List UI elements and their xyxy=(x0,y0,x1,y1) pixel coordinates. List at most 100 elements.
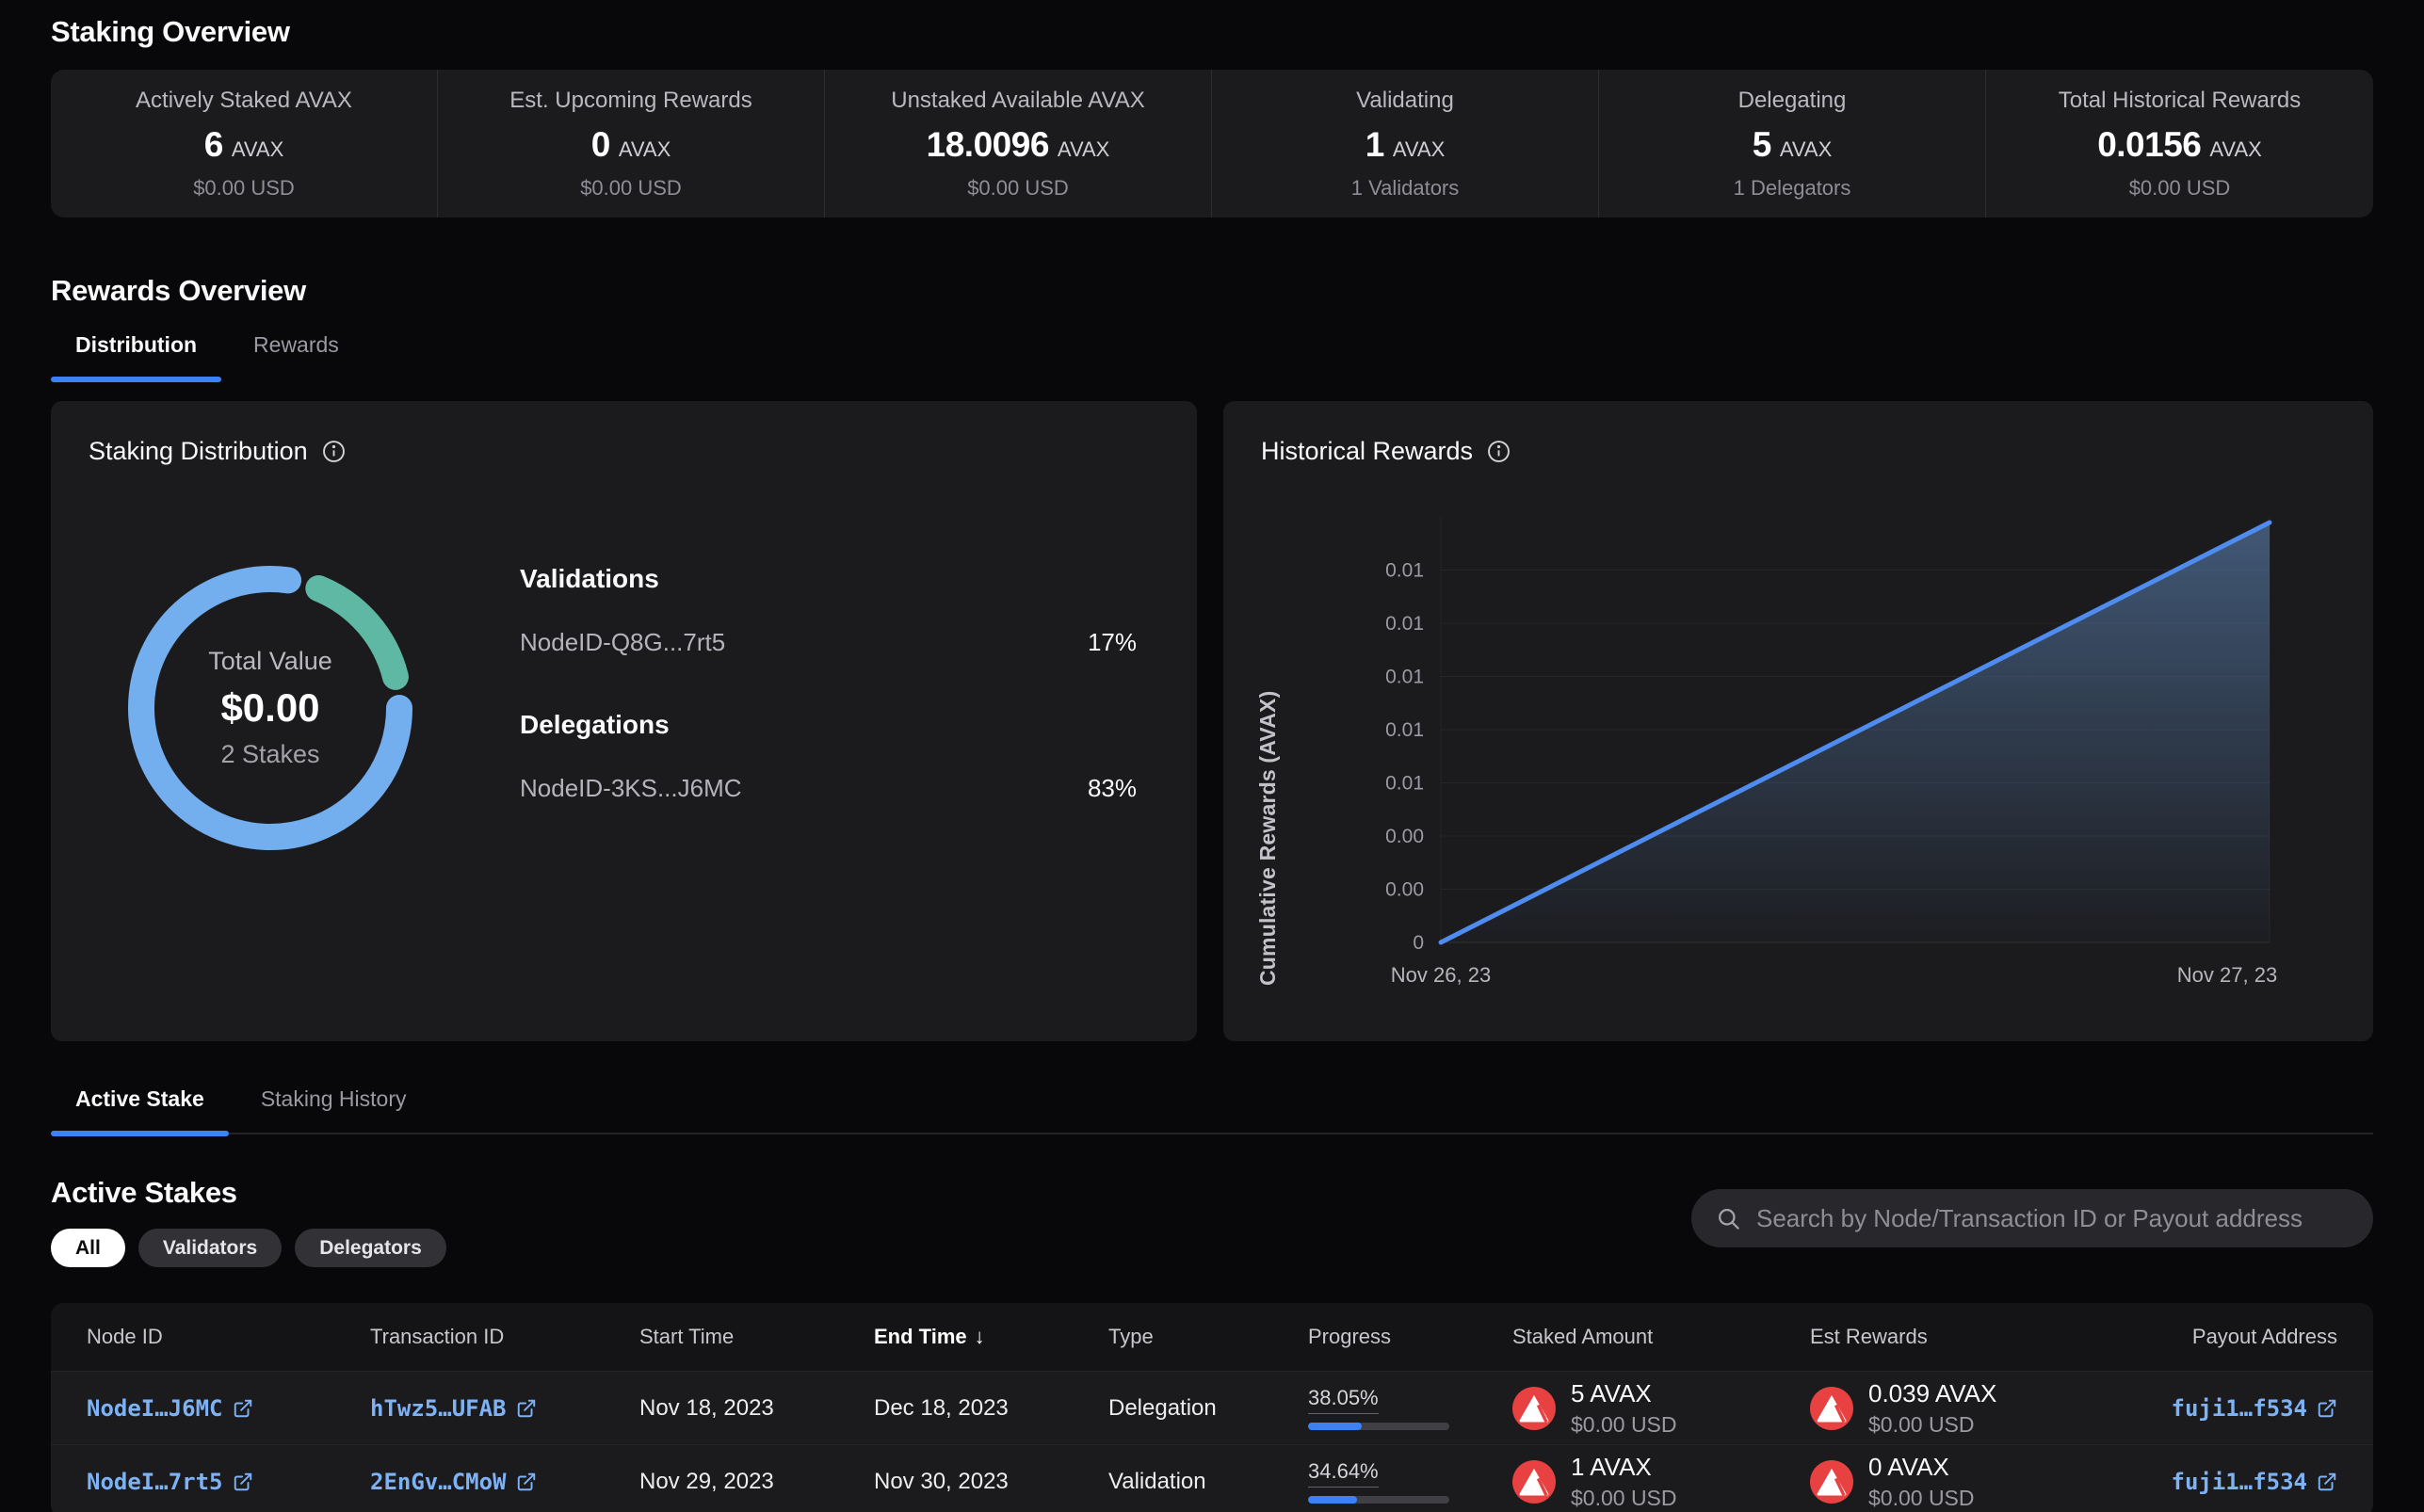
usd-amount: $0.00 USD xyxy=(1868,1486,1975,1511)
stat-sub: $0.00 USD xyxy=(193,176,295,201)
filter-pill-validators[interactable]: Validators xyxy=(138,1229,282,1267)
stake-tabs: Active StakeStaking History xyxy=(51,1086,2373,1134)
table-header-row: Node IDTransaction ID Start Time End Time↓… xyxy=(51,1303,2373,1371)
legend-row: NodeID-3KS...J6MC83% xyxy=(520,774,1137,803)
node-id-link[interactable]: NodeI…7rt5 xyxy=(87,1469,253,1495)
y-tick-label: 0.01 xyxy=(1385,667,1424,688)
external-link-icon xyxy=(2317,1472,2337,1492)
transaction-id-link[interactable]: hTwz5…UFAB xyxy=(370,1395,537,1422)
staking-distribution-title: Staking Distribution xyxy=(89,437,308,466)
stat-value-row: 5AVAX xyxy=(1753,125,1833,165)
external-link-icon xyxy=(233,1472,253,1492)
stat-sub: $0.00 USD xyxy=(2129,176,2231,201)
usd-amount: $0.00 USD xyxy=(1868,1412,1996,1438)
node-id-text: NodeI…J6MC xyxy=(87,1395,223,1422)
transaction-id-cell: 2EnGv…CMoW xyxy=(334,1469,604,1495)
search-input[interactable] xyxy=(1756,1204,2349,1233)
end-time-value: Dec 18, 2023 xyxy=(874,1395,1009,1422)
est-rewards-cell: 0.039 AVAX $0.00 USD xyxy=(1774,1379,2076,1438)
tab-active-stake[interactable]: Active Stake xyxy=(51,1086,229,1134)
stat-value: 0 xyxy=(591,125,610,165)
est-rewards-cell: 0 AVAX $0.00 USD xyxy=(1774,1453,2076,1511)
stat-sub: 1 Validators xyxy=(1351,176,1460,201)
progress-percent-text: 38.05% xyxy=(1308,1386,1379,1414)
amount-wrap: 0 AVAX $0.00 USD xyxy=(1810,1453,1975,1511)
payout-address-link[interactable]: fuji1…f534 xyxy=(2172,1395,2338,1422)
node-id-link[interactable]: NodeI…J6MC xyxy=(87,1395,253,1422)
rewards-overview-title: Rewards Overview xyxy=(51,274,2373,308)
filter-pill-delegators[interactable]: Delegators xyxy=(295,1229,446,1267)
y-tick-label: 0.00 xyxy=(1385,879,1424,901)
stat-unit: AVAX xyxy=(232,137,283,162)
table-row: NodeI…7rt52EnGv…CMoWNov 29, 2023Nov 30, … xyxy=(51,1444,2373,1512)
transaction-id-link[interactable]: 2EnGv…CMoW xyxy=(370,1469,537,1495)
stat-value: 18.0096 xyxy=(927,125,1049,165)
tab-rewards[interactable]: Rewards xyxy=(229,332,364,380)
payout-address-link[interactable]: fuji1…f534 xyxy=(2172,1469,2338,1495)
info-icon[interactable] xyxy=(1486,439,1511,464)
progress-indicator: 34.64% xyxy=(1308,1459,1449,1504)
info-icon[interactable] xyxy=(321,439,347,464)
column-header-est-rewards[interactable]: Est Rewards xyxy=(1774,1325,2076,1349)
progress-bar-fill xyxy=(1308,1423,1362,1430)
tab-staking-history[interactable]: Staking History xyxy=(236,1086,431,1134)
node-id-cell: NodeI…J6MC xyxy=(51,1395,334,1422)
stat-value: 1 xyxy=(1366,125,1384,165)
amount-wrap: 5 AVAX$0.00 USD xyxy=(1512,1379,1677,1438)
stat-value-row: 0AVAX xyxy=(591,125,671,165)
tab-distribution[interactable]: Distribution xyxy=(51,332,221,380)
stat-unit: AVAX xyxy=(1393,137,1445,162)
type-cell: Validation xyxy=(1073,1469,1272,1495)
stat-label: Est. Upcoming Rewards xyxy=(509,88,751,114)
avax-amount: 1 AVAX xyxy=(1571,1453,1677,1482)
staking-distribution-donut xyxy=(115,553,426,868)
start-time-cell: Nov 29, 2023 xyxy=(604,1469,838,1495)
column-header-staked-amount[interactable]: Staked Amount xyxy=(1477,1325,1774,1349)
pill-label: Validators xyxy=(163,1237,257,1259)
staked-amount-cell: 5 AVAX$0.00 USD xyxy=(1477,1379,1774,1438)
type-cell: Delegation xyxy=(1073,1395,1272,1422)
tab-label: Distribution xyxy=(75,332,197,357)
donut-segment-validations[interactable] xyxy=(318,588,396,677)
stat-card: Validating1AVAX1 Validators xyxy=(1212,70,1599,217)
stat-value-row: 1 AVAX xyxy=(1366,125,1446,165)
tab-label: Rewards xyxy=(253,332,339,357)
avax-amount: 0.039 AVAX xyxy=(1868,1379,1996,1408)
amount-col: 1 AVAX$0.00 USD xyxy=(1571,1453,1677,1511)
column-header-progress[interactable]: Progress xyxy=(1272,1325,1477,1349)
historical-rewards-card: Historical Rewards Cumulative Rewards (A… xyxy=(1223,401,2373,1041)
distribution-legend: ValidationsNodeID-Q8G...7rt517%Delegatio… xyxy=(520,564,1137,863)
rewards-overview-tabs: Distribution Rewards xyxy=(51,332,2373,380)
avax-icon xyxy=(1512,1460,1556,1504)
stake-type-value: Delegation xyxy=(1108,1395,1217,1422)
external-link-icon xyxy=(516,1472,537,1492)
sort-arrow-icon: ↓ xyxy=(975,1325,985,1349)
staking-overview-stats: Actively Staked AVAX6AVAX$0.00 USDEst. U… xyxy=(51,70,2373,217)
start-time-value: Nov 18, 2023 xyxy=(639,1395,774,1422)
external-link-icon xyxy=(2317,1398,2337,1419)
external-link-icon xyxy=(233,1398,253,1419)
stake-type-value: Validation xyxy=(1108,1469,1206,1495)
column-header-label: Start Time xyxy=(639,1325,734,1349)
column-header-transaction-id[interactable]: Transaction ID xyxy=(334,1325,604,1349)
avax-amount: 0 AVAX xyxy=(1868,1453,1975,1482)
y-tick-label: 0.01 xyxy=(1385,773,1424,795)
column-header-node-id[interactable]: Node ID xyxy=(51,1325,334,1349)
column-header-type[interactable]: Type xyxy=(1073,1325,1272,1349)
column-header-payout-address[interactable]: Payout Address xyxy=(2076,1325,2373,1349)
stat-label: Delegating xyxy=(1738,88,1847,114)
historical-rewards-title: Historical Rewards xyxy=(1261,437,1473,466)
column-header-end-time[interactable]: End Time↓ xyxy=(838,1325,1073,1349)
payout-address-text: fuji1…f534 xyxy=(2172,1395,2308,1422)
avax-icon xyxy=(1810,1460,1853,1504)
progress-bar xyxy=(1308,1423,1449,1430)
filter-pill-all[interactable]: All xyxy=(51,1229,125,1267)
legend-percent: 17% xyxy=(1088,628,1137,657)
start-time-value: Nov 29, 2023 xyxy=(639,1469,774,1495)
stat-value: 0.0156 xyxy=(2097,125,2201,165)
amount-wrap: 1 AVAX$0.00 USD xyxy=(1512,1453,1677,1511)
progress-bar-fill xyxy=(1308,1496,1357,1504)
stat-value-row: 6AVAX xyxy=(204,125,284,165)
chart-y-axis-label: Cumulative Rewards (AVAX) xyxy=(1255,543,1281,986)
column-header-start-time[interactable]: Start Time xyxy=(604,1325,838,1349)
